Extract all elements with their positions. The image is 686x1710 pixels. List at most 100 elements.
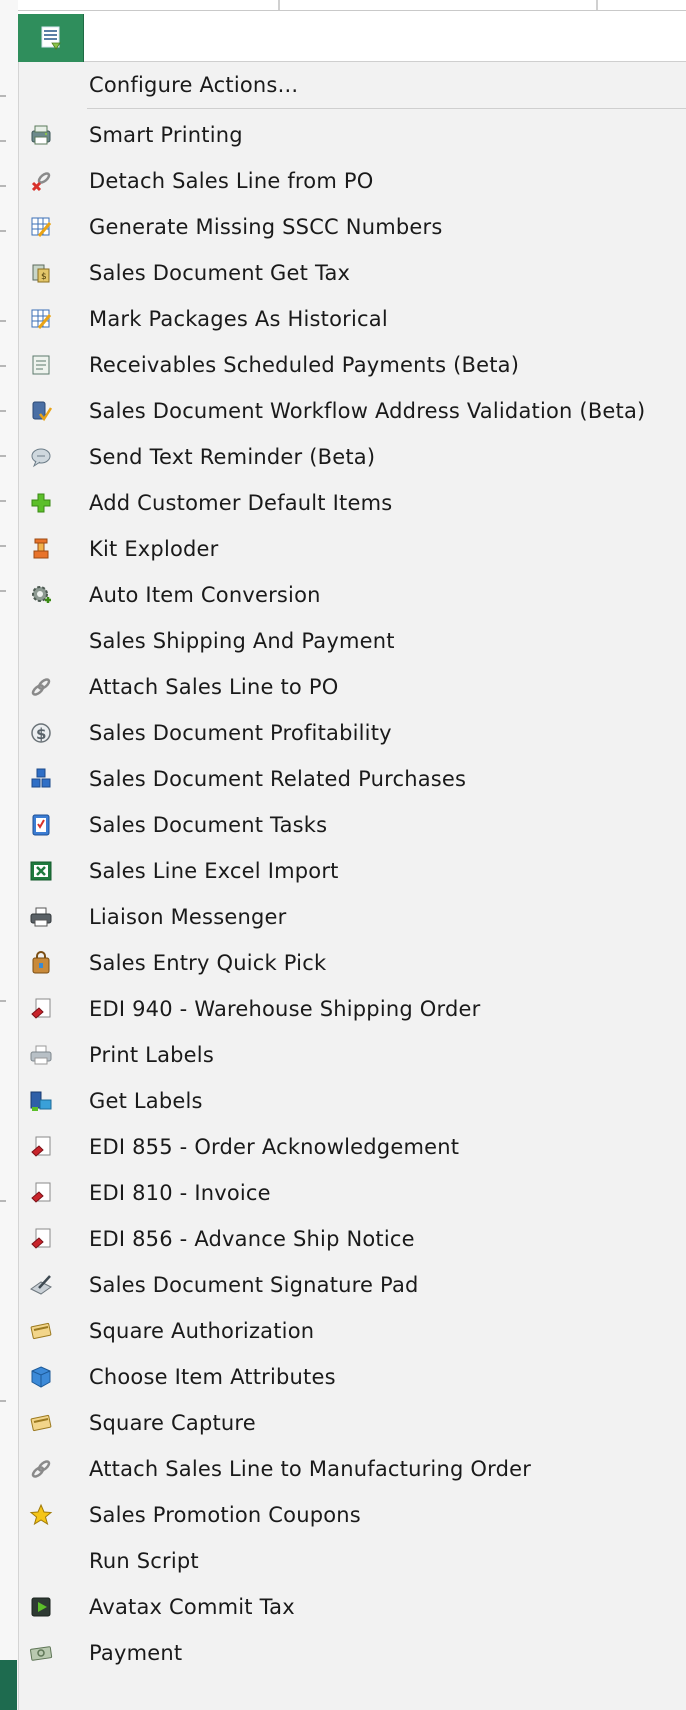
menu-item-label: Square Authorization bbox=[89, 1319, 315, 1343]
menu-item-label: EDI 855 - Order Acknowledgement bbox=[89, 1135, 460, 1159]
menu-item-square-authorization[interactable]: Square Authorization bbox=[19, 1308, 686, 1354]
menu-item-smart-printing[interactable]: Smart Printing bbox=[19, 112, 686, 158]
cubes-icon bbox=[31, 768, 51, 788]
menu-item-workflow-address-validation[interactable]: Sales Document Workflow Address Validati… bbox=[19, 388, 686, 434]
menu-item-payment[interactable]: Payment bbox=[19, 1630, 686, 1676]
address-validation-icon bbox=[32, 401, 53, 422]
menu-item-sales-document-related-purchases[interactable]: Sales Document Related Purchases bbox=[19, 756, 686, 802]
menu-item-choose-item-attributes[interactable]: Choose Item Attributes bbox=[19, 1354, 686, 1400]
menu-item-receivables-scheduled-payments[interactable]: Receivables Scheduled Payments (Beta) bbox=[19, 342, 686, 388]
menu-item-avatax-commit-tax[interactable]: Avatax Commit Tax bbox=[19, 1584, 686, 1630]
gear-icon bbox=[32, 586, 51, 603]
menu-item-label: Auto Item Conversion bbox=[89, 583, 321, 607]
menu-item-label: Sales Document Tasks bbox=[89, 813, 328, 837]
actions-menu-icon bbox=[41, 26, 61, 50]
menu-item-label: Generate Missing SSCC Numbers bbox=[89, 215, 443, 239]
menu-item-attach-sales-line-to-manufacturing-order[interactable]: Attach Sales Line to Manufacturing Order bbox=[19, 1446, 686, 1492]
edi-icon bbox=[31, 1182, 51, 1203]
background-tick bbox=[0, 500, 6, 502]
background-tick bbox=[0, 140, 6, 142]
menu-item-auto-item-conversion[interactable]: Auto Item Conversion bbox=[19, 572, 686, 618]
menu-item-square-capture[interactable]: Square Capture bbox=[19, 1400, 686, 1446]
column-divider bbox=[596, 0, 598, 10]
menu-item-label: Smart Printing bbox=[89, 123, 243, 147]
background-tick bbox=[0, 1400, 6, 1402]
background-tick bbox=[0, 1200, 6, 1202]
signature-pad-icon bbox=[30, 1275, 52, 1295]
menu-item-label: Sales Document Profitability bbox=[89, 721, 392, 745]
menu-item-label: Sales Entry Quick Pick bbox=[89, 951, 327, 975]
menu-item-sales-document-tasks[interactable]: Sales Document Tasks bbox=[19, 802, 686, 848]
menu-item-sales-promotion-coupons[interactable]: Sales Promotion Coupons bbox=[19, 1492, 686, 1538]
link-icon bbox=[31, 678, 51, 696]
speech-bubble-icon bbox=[31, 448, 51, 468]
menu-item-add-customer-default-items[interactable]: Add Customer Default Items bbox=[19, 480, 686, 526]
menu-item-attach-sales-line-to-po[interactable]: Attach Sales Line to PO bbox=[19, 664, 686, 710]
menu-item-edi-855[interactable]: EDI 855 - Order Acknowledgement bbox=[19, 1124, 686, 1170]
menu-item-label: Get Labels bbox=[89, 1089, 203, 1113]
menu-item-label: Sales Promotion Coupons bbox=[89, 1503, 361, 1527]
menu-item-label: Print Labels bbox=[89, 1043, 214, 1067]
menu-item-sales-line-excel-import[interactable]: Sales Line Excel Import bbox=[19, 848, 686, 894]
menu-item-edi-940[interactable]: EDI 940 - Warehouse Shipping Order bbox=[19, 986, 686, 1032]
menu-item-label: Square Capture bbox=[89, 1411, 256, 1435]
document-icon bbox=[32, 355, 50, 375]
svg-text:$: $ bbox=[41, 272, 47, 282]
menu-item-label: Attach Sales Line to Manufacturing Order bbox=[89, 1457, 532, 1481]
background-tick bbox=[0, 410, 6, 412]
menu-item-generate-missing-sscc-numbers[interactable]: Generate Missing SSCC Numbers bbox=[19, 204, 686, 250]
menu-item-label: Liaison Messenger bbox=[89, 905, 287, 929]
menu-item-print-labels[interactable]: Print Labels bbox=[19, 1032, 686, 1078]
menu-item-liaison-messenger[interactable]: Liaison Messenger bbox=[19, 894, 686, 940]
svg-text:$: $ bbox=[36, 725, 46, 743]
background-tick bbox=[0, 365, 6, 367]
menu-item-label: Sales Shipping And Payment bbox=[89, 629, 395, 653]
menu-item-sales-document-signature-pad[interactable]: Sales Document Signature Pad bbox=[19, 1262, 686, 1308]
menu-item-label: Sales Document Workflow Address Validati… bbox=[89, 399, 646, 423]
actions-menu-button[interactable] bbox=[18, 14, 84, 62]
edi-icon bbox=[31, 1136, 51, 1157]
menu-item-kit-exploder[interactable]: Kit Exploder bbox=[19, 526, 686, 572]
menu-item-label: Run Script bbox=[89, 1549, 199, 1573]
menu-item-sales-document-get-tax[interactable]: $ Sales Document Get Tax bbox=[19, 250, 686, 296]
menu-item-detach-sales-line-from-po[interactable]: Detach Sales Line from PO bbox=[19, 158, 686, 204]
menu-item-label: Detach Sales Line from PO bbox=[89, 169, 374, 193]
menu-item-label: Payment bbox=[89, 1641, 183, 1665]
grid-edit-icon bbox=[31, 217, 52, 237]
menu-item-get-labels[interactable]: Get Labels bbox=[19, 1078, 686, 1124]
menu-item-label: Configure Actions... bbox=[89, 73, 299, 97]
window-top-border bbox=[0, 10, 686, 11]
menu-item-label: Avatax Commit Tax bbox=[89, 1595, 295, 1619]
menu-item-label: Send Text Reminder (Beta) bbox=[89, 445, 376, 469]
printer-light-icon bbox=[30, 1045, 52, 1065]
menu-item-label: EDI 856 - Advance Ship Notice bbox=[89, 1227, 415, 1251]
menu-item-label: Sales Document Signature Pad bbox=[89, 1273, 419, 1297]
dollar-icon: $ bbox=[31, 723, 51, 743]
action-search-field[interactable] bbox=[84, 14, 686, 62]
bag-icon bbox=[32, 951, 50, 974]
menu-item-edi-856[interactable]: EDI 856 - Advance Ship Notice bbox=[19, 1216, 686, 1262]
background-tick bbox=[0, 95, 6, 97]
menu-item-run-script[interactable]: Run Script bbox=[19, 1538, 686, 1584]
plus-icon bbox=[31, 493, 51, 513]
menu-item-mark-packages-as-historical[interactable]: Mark Packages As Historical bbox=[19, 296, 686, 342]
printer-icon bbox=[30, 907, 52, 927]
menu-item-sales-entry-quick-pick[interactable]: Sales Entry Quick Pick bbox=[19, 940, 686, 986]
menu-item-label: EDI 940 - Warehouse Shipping Order bbox=[89, 997, 481, 1021]
menu-item-configure-actions[interactable]: Configure Actions... bbox=[19, 62, 686, 108]
background-green-panel bbox=[0, 1660, 17, 1710]
checklist-icon bbox=[32, 814, 50, 836]
menu-item-sales-shipping-and-payment[interactable]: Sales Shipping And Payment bbox=[19, 618, 686, 664]
menu-separator bbox=[87, 108, 686, 109]
menu-item-sales-document-profitability[interactable]: $ Sales Document Profitability bbox=[19, 710, 686, 756]
menu-item-label: Attach Sales Line to PO bbox=[89, 675, 339, 699]
excel-icon bbox=[30, 861, 52, 881]
edi-icon bbox=[31, 1228, 51, 1249]
menu-item-send-text-reminder[interactable]: Send Text Reminder (Beta) bbox=[19, 434, 686, 480]
avatax-icon bbox=[31, 1597, 51, 1617]
background-tick bbox=[0, 320, 6, 322]
menu-item-edi-810[interactable]: EDI 810 - Invoice bbox=[19, 1170, 686, 1216]
menu-item-label: Sales Document Get Tax bbox=[89, 261, 351, 285]
menu-item-label: Add Customer Default Items bbox=[89, 491, 393, 515]
background-tick bbox=[0, 230, 6, 232]
